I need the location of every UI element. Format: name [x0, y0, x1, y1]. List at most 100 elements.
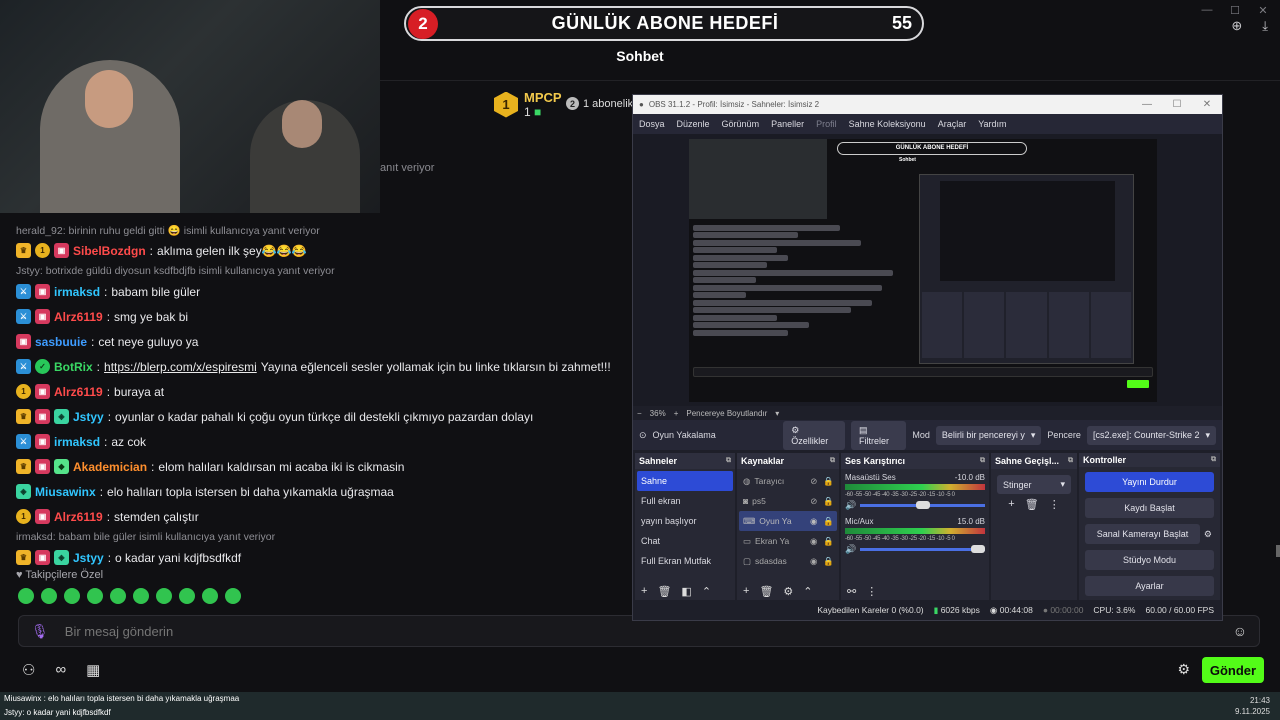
start-recording-button[interactable]: Kaydı Başlat [1085, 498, 1214, 518]
emote[interactable] [18, 588, 34, 604]
obs-preview[interactable]: GÜNLÜK ABONE HEDEFİ Sohbet [633, 134, 1222, 406]
undock-icon[interactable]: ⧉ [980, 457, 985, 465]
start-virtual-camera-button[interactable]: Sanal Kamerayı Başlat [1085, 524, 1200, 544]
undock-icon[interactable]: ⧉ [1068, 457, 1073, 465]
lock-icon[interactable]: 🔒 [823, 516, 834, 527]
store-icon[interactable]: ▦ [86, 661, 100, 679]
scene-item[interactable]: yayın başlıyor [637, 511, 733, 531]
minimize-icon[interactable]: — [1200, 4, 1214, 17]
username[interactable]: Jstyy [73, 551, 104, 565]
leaderboard-second[interactable]: 2 1 abonelik [566, 97, 633, 110]
speaker-icon[interactable]: 🔊 [845, 500, 856, 511]
emoji-icon[interactable]: ☺ [1233, 623, 1247, 639]
minimize-icon[interactable]: — [1132, 99, 1162, 110]
chat-message[interactable]: ♛ ▣ ◆ Akademician: elom halıları kaldırsan m… [16, 454, 626, 479]
speaker-icon[interactable]: 🔊 [845, 544, 856, 555]
maximize-icon[interactable]: ☐ [1228, 4, 1242, 17]
scene-item[interactable]: Full Ekran Mutfak [637, 551, 733, 571]
username[interactable]: Alrz6119 [54, 510, 103, 524]
settings-button[interactable]: Ayarlar [1085, 576, 1214, 596]
trash-icon[interactable]: 🗑 [657, 585, 671, 598]
source-item[interactable]: ⌨ Oyun Ya ◉ 🔒 [739, 511, 837, 531]
source-item[interactable]: ▭ Ekran Ya ◉ 🔒 [739, 531, 837, 551]
chat-message[interactable]: 1 ▣ Alrz6119: buraya at [16, 379, 626, 404]
properties-button[interactable]: ⚙ Özellikler [783, 420, 845, 450]
lock-icon[interactable]: 🔒 [823, 476, 834, 487]
studio-mode-button[interactable]: Stüdyo Modu [1085, 550, 1214, 570]
chat-message[interactable]: ▣ sasbuuie: cet neye guluyo ya [16, 329, 626, 354]
microphone-icon[interactable]: 🎙 [31, 623, 49, 640]
chat-message[interactable]: ⚔ ✓ BotRix: https://blerp.com/x/espiresmi Ya… [16, 354, 626, 379]
chat-message[interactable]: ◈ Miusawinx: elo halıları topla istersen b… [16, 479, 626, 504]
username[interactable]: Alrz6119 [54, 310, 103, 324]
menu-item[interactable]: Görünüm [722, 119, 760, 129]
undock-icon[interactable]: ⧉ [1211, 456, 1216, 464]
lock-icon[interactable]: 🔒 [823, 536, 834, 547]
emote[interactable] [179, 588, 195, 604]
trash-icon[interactable]: 🗑 [759, 585, 773, 598]
stop-stream-button[interactable]: Yayını Durdur [1085, 472, 1214, 492]
emote[interactable] [110, 588, 126, 604]
gear-icon[interactable]: ⚙ [1177, 661, 1190, 678]
menu-item[interactable]: Araçlar [938, 119, 967, 129]
volume-slider[interactable] [860, 545, 985, 553]
slider-knob[interactable] [915, 501, 930, 509]
visibility-icon[interactable]: ⊘ [810, 476, 817, 487]
send-button[interactable]: Gönder [1202, 657, 1264, 683]
window-select[interactable]: [cs2.exe]: Counter-Strike 2 ▾ [1086, 425, 1217, 445]
emote[interactable] [64, 588, 80, 604]
filters-button[interactable]: ▤ Filtreler [850, 420, 907, 450]
visibility-icon[interactable]: ⊘ [810, 496, 817, 507]
close-icon[interactable]: ✕ [1192, 99, 1222, 110]
menu-item[interactable]: Paneller [771, 119, 804, 129]
more-icon[interactable]: ⋮ [866, 585, 877, 598]
mode-select[interactable]: Belirli bir pencereyi y ▾ [935, 425, 1042, 445]
undock-icon[interactable]: ⧉ [830, 457, 835, 465]
menu-item[interactable]: Dosya [639, 119, 665, 129]
add-icon[interactable]: + [743, 585, 749, 597]
chat-message[interactable]: ⚔ ▣ irmaksd: babam bile güler [16, 279, 626, 304]
link-icon[interactable]: ⚯ [847, 585, 856, 598]
emote[interactable] [225, 588, 241, 604]
maximize-icon[interactable]: ☐ [1162, 99, 1192, 110]
fit-window-button[interactable]: Pencereye Boyutlandır [686, 409, 767, 418]
username[interactable]: SibelBozdgn [73, 244, 146, 258]
menu-item[interactable]: Yardım [978, 119, 1006, 129]
transition-select[interactable]: Stinger ▾ [997, 475, 1071, 494]
chat-message[interactable]: 1 ▣ Alrz6119: stemden çalıştır [16, 504, 626, 529]
username[interactable]: Akademician [73, 460, 147, 474]
download-icon[interactable]: ⤓ [1262, 18, 1268, 34]
slider-knob[interactable] [971, 545, 985, 553]
username[interactable]: Alrz6119 [54, 385, 103, 399]
username[interactable]: irmaksd [54, 285, 100, 299]
zoom-out-icon[interactable]: − [637, 409, 642, 418]
scrollbar[interactable] [1276, 545, 1280, 557]
reply-indicator[interactable]: irmaksd: babam bile güler isimli kullanı… [16, 529, 626, 545]
username[interactable]: irmaksd [54, 435, 100, 449]
visibility-icon[interactable]: ◉ [810, 556, 817, 567]
undock-icon[interactable]: ⧉ [726, 457, 731, 465]
chat-message[interactable]: ♛ 1 ▣ SibelBozdgn: aklıma gelen ilk şey😂😂😂 [16, 238, 626, 263]
emote[interactable] [202, 588, 218, 604]
source-item[interactable]: ▢ sdasdas ◉ 🔒 [739, 551, 837, 571]
scene-item[interactable]: Full ekran [637, 491, 733, 511]
gear-icon[interactable]: ⚙ [783, 585, 793, 598]
source-item[interactable]: ◍ Tarayıcı ⊘ 🔒 [739, 471, 837, 491]
chat-message[interactable]: ⚔ ▣ irmaksd: az cok [16, 429, 626, 454]
scene-item[interactable]: Sahne [637, 471, 733, 491]
menu-item[interactable]: Sahne Koleksiyonu [849, 119, 926, 129]
add-icon[interactable]: + [1008, 498, 1014, 511]
username[interactable]: Miusawinx [35, 485, 96, 499]
emote[interactable] [156, 588, 172, 604]
message-link[interactable]: https://blerp.com/x/espiresmi [104, 360, 257, 374]
volume-slider[interactable] [860, 501, 985, 509]
close-icon[interactable]: ✕ [1256, 4, 1270, 17]
reply-indicator[interactable]: Jstyy: botrixde güldü diyosun ksdfbdjfb … [16, 263, 626, 279]
username[interactable]: BotRix [54, 360, 93, 374]
obs-titlebar[interactable]: ● OBS 31.1.2 - Profil: İsimsiz - Sahnele… [633, 95, 1222, 114]
menu-item[interactable]: Düzenle [677, 119, 710, 129]
add-icon[interactable]: + [641, 585, 647, 597]
chevron-up-icon[interactable]: ⌃ [803, 585, 812, 598]
chat-message[interactable]: ⚔ ▣ Alrz6119: smg ye bak bi [16, 304, 626, 329]
emote[interactable] [87, 588, 103, 604]
